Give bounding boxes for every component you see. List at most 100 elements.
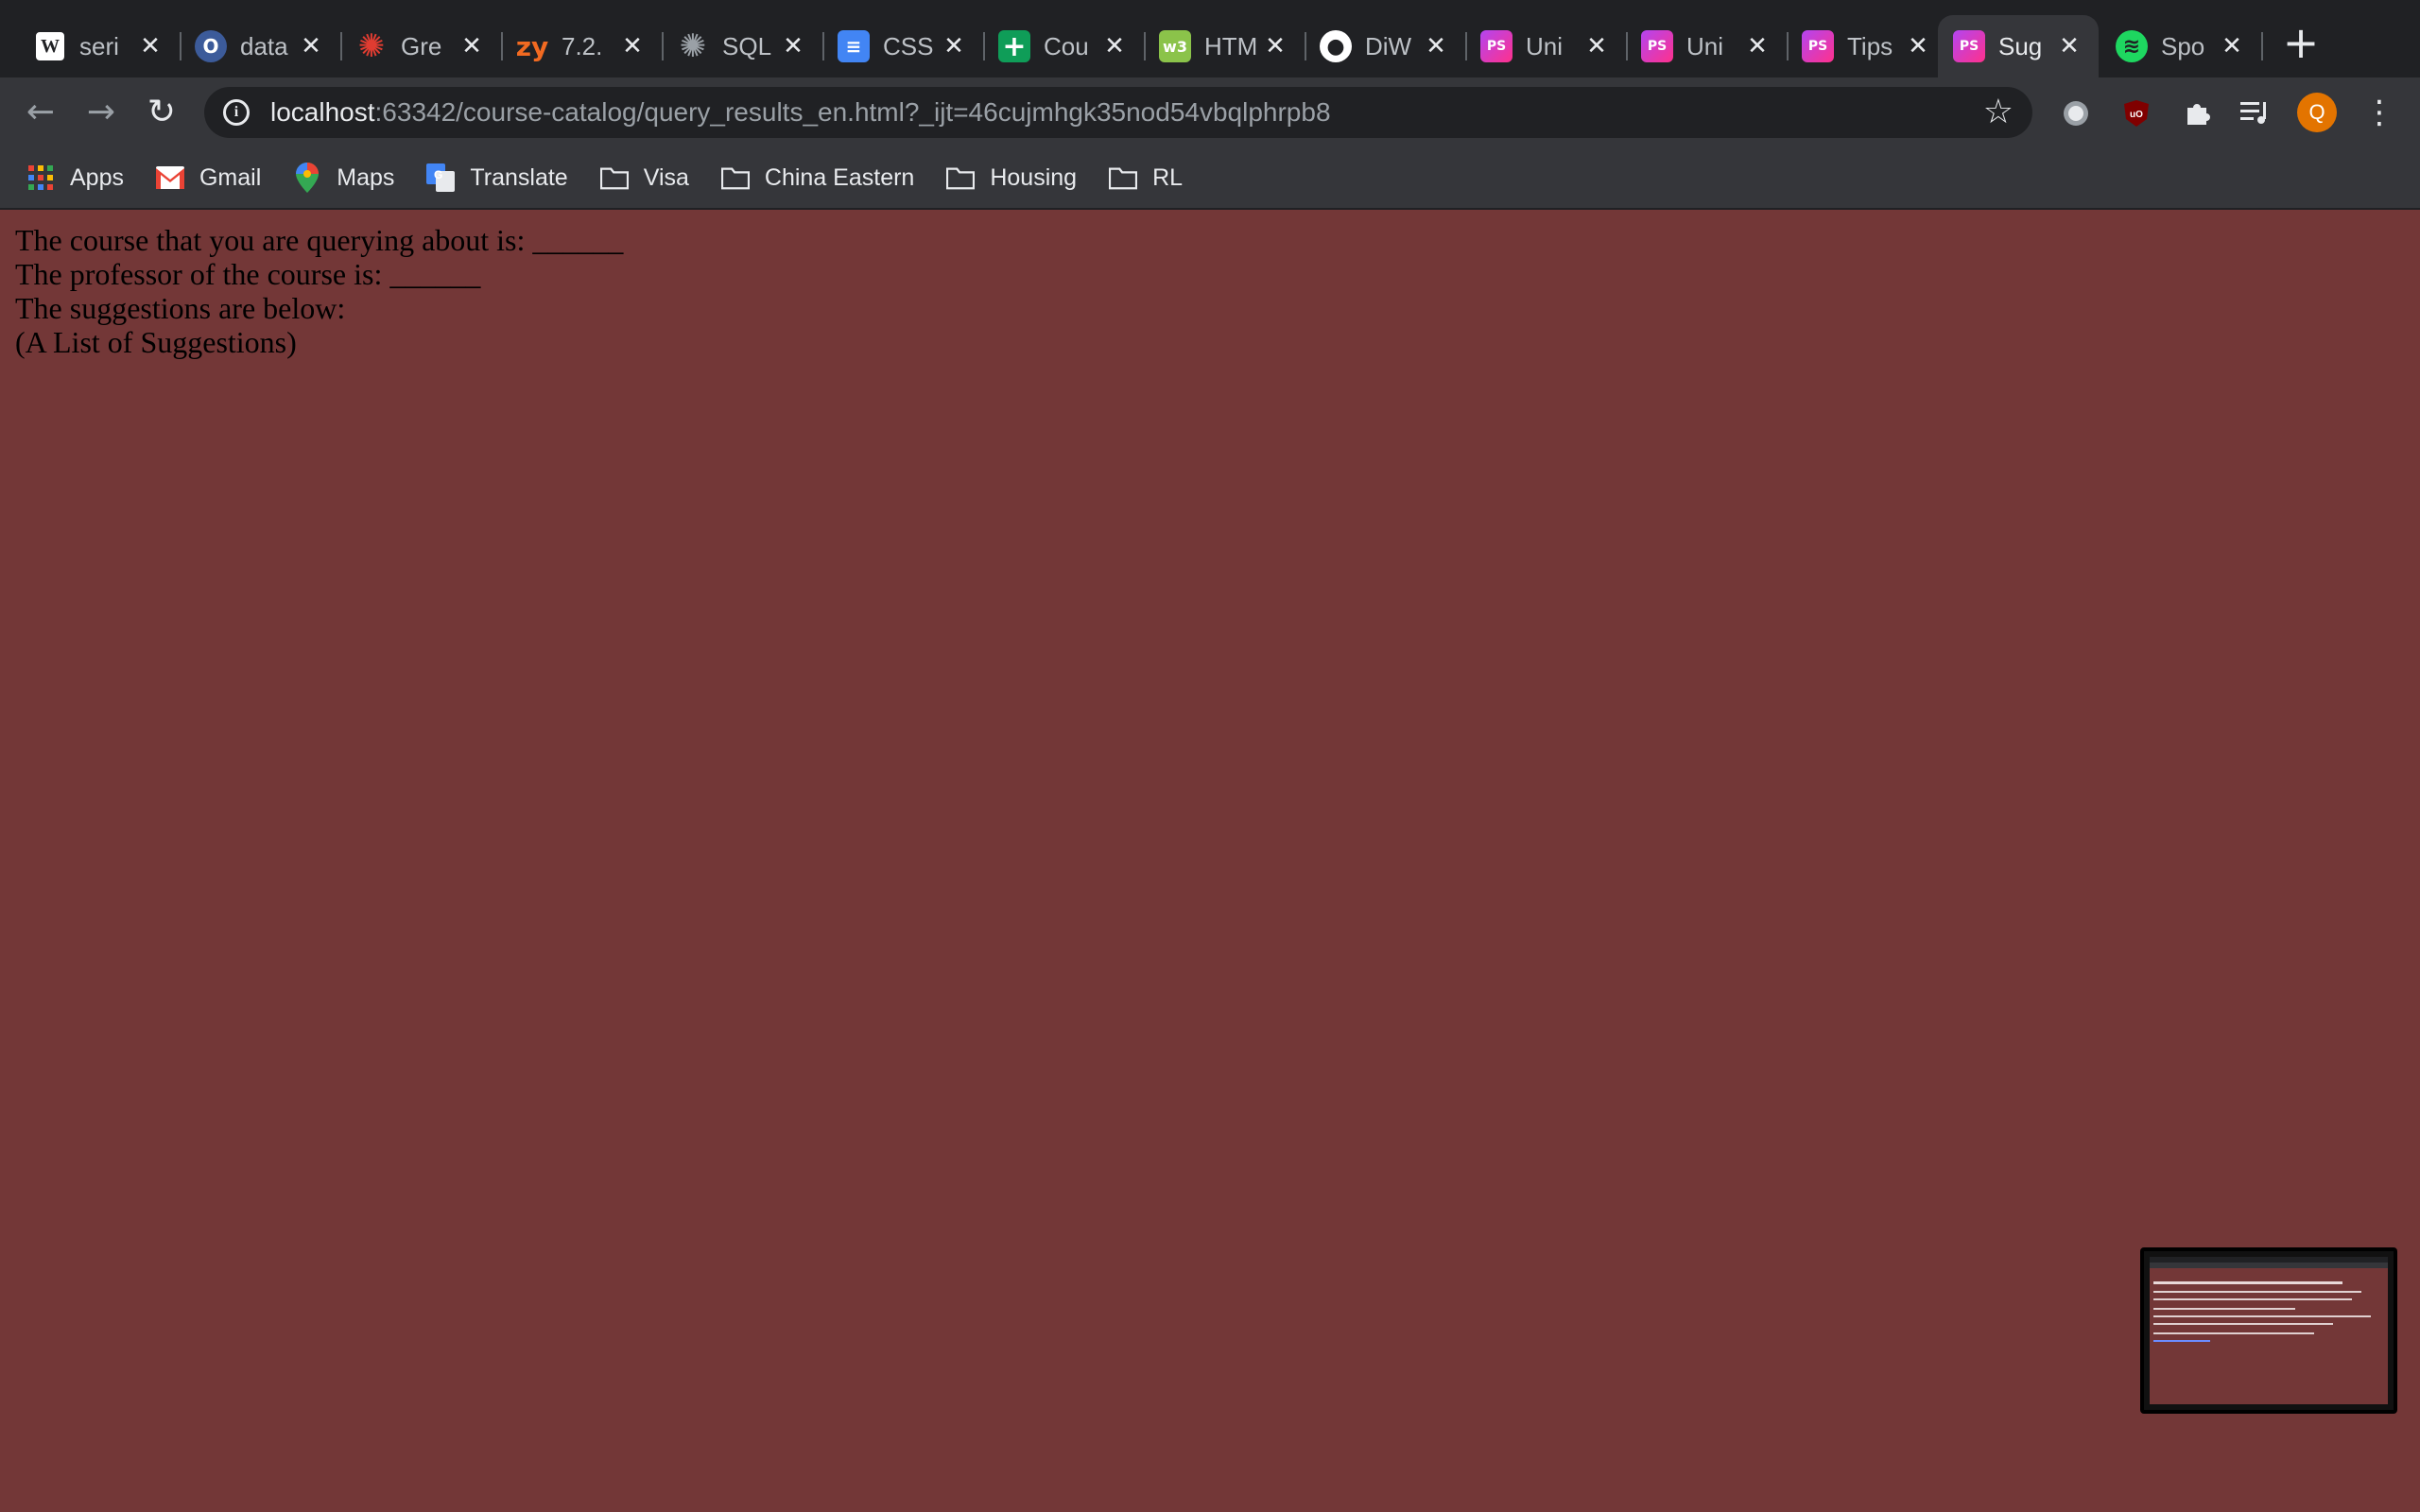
tab-title: Cou — [1044, 31, 1089, 60]
bookmark-apps[interactable]: Apps — [26, 163, 124, 192]
url-path: :63342/course-catalog/query_results_en.h… — [374, 97, 1331, 127]
close-icon[interactable]: ✕ — [1259, 32, 1291, 60]
close-icon[interactable]: ✕ — [2216, 32, 2248, 60]
close-icon[interactable]: ✕ — [1741, 32, 1773, 60]
reload-button[interactable]: ↻ — [140, 91, 183, 134]
bookmark-label: China Eastern — [764, 163, 915, 191]
close-icon[interactable]: ✕ — [1420, 32, 1452, 60]
tab-title: seri — [79, 31, 119, 60]
url-host: localhost — [270, 97, 375, 127]
close-icon[interactable]: ✕ — [938, 32, 970, 60]
tab-title: data — [240, 31, 288, 60]
back-button[interactable]: ← — [19, 91, 62, 134]
close-icon[interactable]: ✕ — [777, 32, 809, 60]
tab-9[interactable]: PS Uni ✕ — [1465, 15, 1626, 77]
tab-10[interactable]: PS Uni ✕ — [1626, 15, 1787, 77]
tab-title: HTM — [1204, 31, 1258, 60]
close-icon[interactable]: ✕ — [1098, 32, 1131, 60]
tab-title: 7.2. — [562, 31, 603, 60]
tab-3[interactable]: zy 7.2. ✕ — [501, 15, 662, 77]
google-docs-icon: ≡ — [838, 30, 870, 62]
browser-toolbar: ← → ↻ i localhost:63342/course-catalog/q… — [0, 77, 2420, 147]
tab-title: Gre — [401, 31, 442, 60]
media-queue-icon[interactable] — [2238, 96, 2273, 130]
tab-title: SQL — [722, 31, 772, 60]
svg-text:G: G — [434, 168, 442, 181]
google-sheets-icon: + — [998, 30, 1030, 63]
gear-red-icon: ✺ — [357, 27, 386, 65]
wiki-w-icon: W — [34, 30, 66, 62]
close-icon[interactable]: ✕ — [1581, 32, 1613, 60]
extensions-puzzle-icon[interactable] — [2180, 96, 2214, 130]
screenshot-thumbnail[interactable] — [2140, 1247, 2397, 1414]
o-icon: O — [195, 30, 227, 62]
folder-icon — [1109, 163, 1138, 192]
tab-11[interactable]: PS Tips ✕ — [1787, 15, 1947, 77]
github-icon: ● — [1320, 30, 1352, 62]
tab-13[interactable]: ≋ Spo ✕ — [2100, 15, 2261, 77]
tab-8[interactable]: ● DiW ✕ — [1305, 15, 1465, 77]
tab-12-active[interactable]: PS Sug ✕ — [1938, 15, 2099, 77]
bookmark-label: Housing — [990, 163, 1078, 191]
spotify-icon: ≋ — [2116, 30, 2148, 62]
bookmark-translate[interactable]: G Translate — [426, 163, 568, 192]
page-content: The course that you are querying about i… — [0, 210, 2420, 1512]
chrome-menu-icon[interactable]: ⋮ — [2363, 91, 2395, 134]
tab-title: CSS — [883, 31, 934, 60]
bookmark-label: Maps — [337, 163, 395, 191]
tab-5[interactable]: ≡ CSS ✕ — [822, 15, 983, 77]
close-icon[interactable]: ✕ — [134, 32, 166, 60]
gmail-icon — [155, 163, 184, 192]
zy-icon: zy — [515, 30, 549, 62]
tab-title: Uni — [1686, 31, 1724, 60]
bookmark-label: Gmail — [199, 163, 262, 191]
close-icon[interactable]: ✕ — [2053, 32, 2085, 60]
forward-button[interactable]: → — [79, 91, 123, 134]
svg-text:uO: uO — [2130, 110, 2143, 120]
profile-avatar[interactable]: Q — [2297, 93, 2337, 132]
new-tab-button[interactable]: + — [2278, 21, 2324, 66]
maps-pin-icon — [293, 163, 321, 193]
course-query-line: The course that you are querying about i… — [15, 223, 624, 257]
phpstorm-icon: PS — [1953, 30, 1985, 62]
tab-1[interactable]: O data ✕ — [180, 15, 340, 77]
tab-6[interactable]: + Cou ✕ — [983, 15, 1144, 77]
tab-title: Sug — [1998, 31, 2043, 60]
folder-icon — [946, 163, 976, 192]
tab-title: Spo — [2161, 31, 2205, 60]
close-icon[interactable]: ✕ — [295, 32, 327, 60]
tab-7[interactable]: w3 HTM ✕ — [1144, 15, 1305, 77]
tab-4[interactable]: ✺ SQL ✕ — [662, 15, 822, 77]
phpstorm-icon: PS — [1480, 30, 1512, 62]
apps-grid-icon — [26, 163, 55, 192]
tab-strip: W seri ✕ O data ✕ ✺ Gre ✕ zy 7.2. ✕ ✺ SQ… — [0, 0, 2420, 77]
bookmark-label: Visa — [643, 163, 689, 191]
ublock-origin-icon[interactable]: uO — [2119, 96, 2153, 130]
tab-title: Uni — [1526, 31, 1564, 60]
close-icon[interactable]: ✕ — [1902, 32, 1934, 60]
bookmark-folder-rl[interactable]: RL — [1109, 163, 1183, 192]
w3-icon: w3 — [1159, 30, 1191, 62]
tab-0[interactable]: W seri ✕ — [19, 15, 180, 77]
folder-icon — [599, 163, 629, 192]
sqlbolt-icon: ✺ — [679, 27, 707, 65]
site-info-icon[interactable]: i — [223, 99, 250, 126]
bookmark-label: Apps — [70, 163, 124, 191]
bookmark-star-icon[interactable]: ☆ — [1983, 93, 2014, 131]
tab-2[interactable]: ✺ Gre ✕ — [340, 15, 501, 77]
bookmarks-bar: Apps Gmail Maps G Translate Visa China E… — [0, 147, 2420, 210]
bookmark-maps[interactable]: Maps — [293, 163, 395, 193]
extension-circle-icon[interactable] — [2059, 96, 2093, 130]
tab-title: DiW — [1365, 31, 1412, 60]
bookmark-label: RL — [1152, 163, 1184, 191]
bookmark-folder-visa[interactable]: Visa — [599, 163, 689, 192]
bookmark-label: Translate — [470, 163, 568, 191]
bookmark-folder-housing[interactable]: Housing — [946, 163, 1077, 192]
bookmark-gmail[interactable]: Gmail — [155, 163, 262, 192]
close-icon[interactable]: ✕ — [616, 32, 648, 60]
suggestions-heading: The suggestions are below: — [15, 291, 346, 325]
address-bar[interactable]: i localhost:63342/course-catalog/query_r… — [204, 87, 2032, 138]
tab-title: Tips — [1847, 31, 1893, 60]
close-icon[interactable]: ✕ — [456, 32, 488, 60]
bookmark-folder-china-eastern[interactable]: China Eastern — [720, 163, 915, 192]
